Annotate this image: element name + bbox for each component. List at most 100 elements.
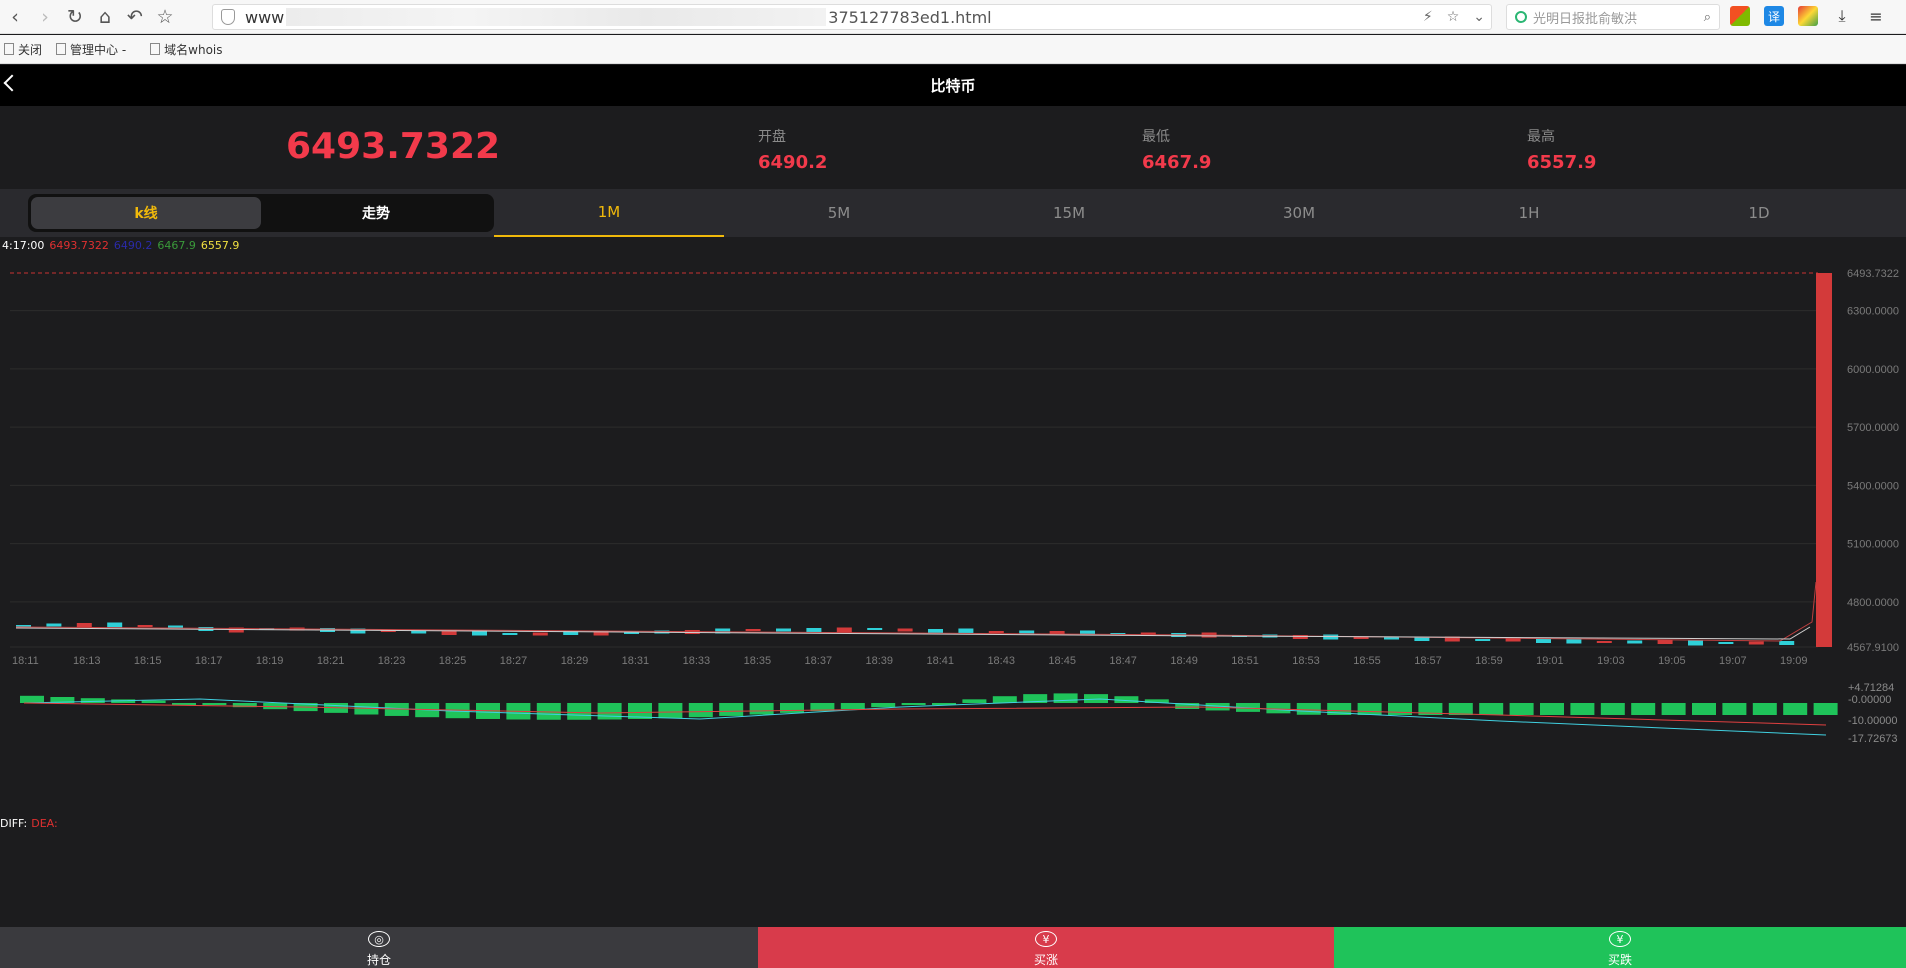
candle <box>958 628 974 634</box>
candle <box>806 628 822 632</box>
macd-bar <box>658 703 683 719</box>
candle <box>1657 640 1673 644</box>
macd-bar <box>1722 703 1747 715</box>
low-value: 6467.9 <box>1142 152 1212 173</box>
macd-bar <box>1266 703 1291 714</box>
macd-bar <box>780 703 804 713</box>
time-axis-label: 19:09 <box>1780 655 1808 667</box>
candle <box>1688 640 1703 646</box>
time-axis-label: 18:19 <box>256 655 284 667</box>
candle <box>76 623 92 627</box>
time-axis-label: 19:01 <box>1536 655 1564 667</box>
tab-period-1h[interactable]: 1H <box>1414 189 1644 237</box>
current-price: 6493.7322 <box>286 126 501 167</box>
tab-kline[interactable]: k线 <box>31 197 261 229</box>
macd-bar <box>597 703 622 720</box>
candle <box>1475 639 1491 641</box>
bookmark-item[interactable]: 关闭 <box>4 41 42 58</box>
undo-icon[interactable]: ↶ <box>120 2 150 32</box>
download-icon[interactable]: ⤓ <box>1832 6 1852 26</box>
coins-icon: ◎ <box>368 931 390 947</box>
extension-icon[interactable] <box>1798 6 1818 26</box>
macd-bar <box>1783 703 1808 715</box>
macd-bar <box>1296 703 1321 715</box>
candle <box>532 632 548 636</box>
candle <box>1353 637 1369 639</box>
time-axis-label: 19:05 <box>1658 655 1686 667</box>
price-axis-label: 6000.0000 <box>1847 364 1899 376</box>
legend-value-3: 6467.9 <box>157 239 196 252</box>
candle <box>441 631 457 635</box>
buy-up-button[interactable]: ¥ 买涨 <box>758 927 1334 968</box>
menu-icon[interactable]: ≡ <box>1866 6 1886 26</box>
address-bar[interactable]: www 375127783ed1.html ⚡ ☆ ⌄ <box>212 4 1492 30</box>
tab-trend[interactable]: 走势 <box>261 197 491 229</box>
search-icon[interactable]: ⌕ <box>1704 10 1711 25</box>
hold-button[interactable]: ◎ 持仓 <box>0 927 758 968</box>
search-input[interactable]: 光明日报批俞敏洪 ⌕ <box>1506 4 1720 30</box>
tab-period-15m[interactable]: 15M <box>954 189 1184 237</box>
reload-icon[interactable]: ↻ <box>60 2 90 32</box>
legend-time: 4:17:00 <box>2 239 45 252</box>
price-axis-label: 5100.0000 <box>1847 539 1899 551</box>
candle <box>867 628 883 630</box>
macd-bar <box>962 699 987 703</box>
macd-dea-label: DEA: <box>31 817 58 830</box>
hold-label: 持仓 <box>366 953 391 967</box>
tab-period-5m[interactable]: 5M <box>724 189 954 237</box>
url-prefix: www <box>245 7 285 27</box>
macd-bar <box>688 703 713 718</box>
search-placeholder: 光明日报批俞敏洪 <box>1533 11 1638 27</box>
time-axis-label: 18:11 <box>12 655 39 667</box>
home-icon[interactable]: ⌂ <box>90 2 120 32</box>
macd-bar <box>567 703 592 720</box>
tab-period-30m[interactable]: 30M <box>1184 189 1414 237</box>
translate-icon[interactable]: 译 <box>1764 6 1784 26</box>
kline-chart[interactable]: 6493.7322 6300.0000 6000.0000 5700.0000 5400… <box>0 237 1906 927</box>
ma-line-red <box>15 581 1817 642</box>
macd-bar <box>1388 703 1412 715</box>
time-axis-label: 18:29 <box>561 655 589 667</box>
back-icon[interactable]: ‹ <box>0 2 30 32</box>
candle <box>1779 641 1795 645</box>
chevron-down-icon[interactable]: ⌄ <box>1473 9 1485 25</box>
legend-value-2: 6490.2 <box>113 239 153 252</box>
open-stat: 开盘 6490.2 <box>758 126 827 173</box>
candle <box>897 628 913 632</box>
yen-up-icon: ¥ <box>1035 931 1057 947</box>
time-axis-label: 18:31 <box>622 655 650 667</box>
tab-period-1m[interactable]: 1M <box>494 189 724 237</box>
macd-bar <box>1509 703 1534 715</box>
macd-bar <box>1357 703 1382 715</box>
candle <box>1627 640 1643 644</box>
browser-toolbar: ‹ › ↻ ⌂ ↶ ☆ www 375127783ed1.html ⚡ ☆ ⌄ … <box>0 0 1906 34</box>
macd-bar <box>1084 694 1108 703</box>
time-axis-label: 18:47 <box>1109 655 1137 667</box>
macd-axis-label: +4.71284 <box>1848 682 1894 694</box>
back-arrow-icon[interactable] <box>3 74 21 92</box>
macd-bar <box>1813 703 1838 715</box>
bookmark-star-icon[interactable]: ☆ <box>1447 9 1460 25</box>
macd-bar <box>202 703 227 706</box>
macd-bar <box>1053 693 1078 703</box>
time-axis-label: 18:53 <box>1292 655 1320 667</box>
candle <box>1536 639 1551 643</box>
price-axis-label: 5400.0000 <box>1847 480 1899 492</box>
macd-bar <box>1692 703 1716 715</box>
app-header: 比特币 <box>0 65 1906 106</box>
page-title: 比特币 <box>930 77 976 95</box>
bookmark-item[interactable]: 管理中心 - <box>56 41 126 58</box>
macd-bar <box>1661 703 1686 715</box>
bookmark-item[interactable]: 域名whois <box>150 41 223 58</box>
lightning-icon[interactable]: ⚡ <box>1423 9 1433 25</box>
star-icon[interactable]: ☆ <box>150 2 180 32</box>
time-axis-label: 18:55 <box>1353 655 1381 667</box>
yen-down-icon: ¥ <box>1609 931 1631 947</box>
apps-icon[interactable] <box>1730 6 1750 26</box>
buy-down-button[interactable]: ¥ 买跌 <box>1334 927 1906 968</box>
macd-bar <box>840 703 865 710</box>
candle <box>836 627 852 633</box>
candle <box>988 631 1004 633</box>
forward-icon[interactable]: › <box>30 2 60 32</box>
tab-period-1d[interactable]: 1D <box>1644 189 1874 237</box>
